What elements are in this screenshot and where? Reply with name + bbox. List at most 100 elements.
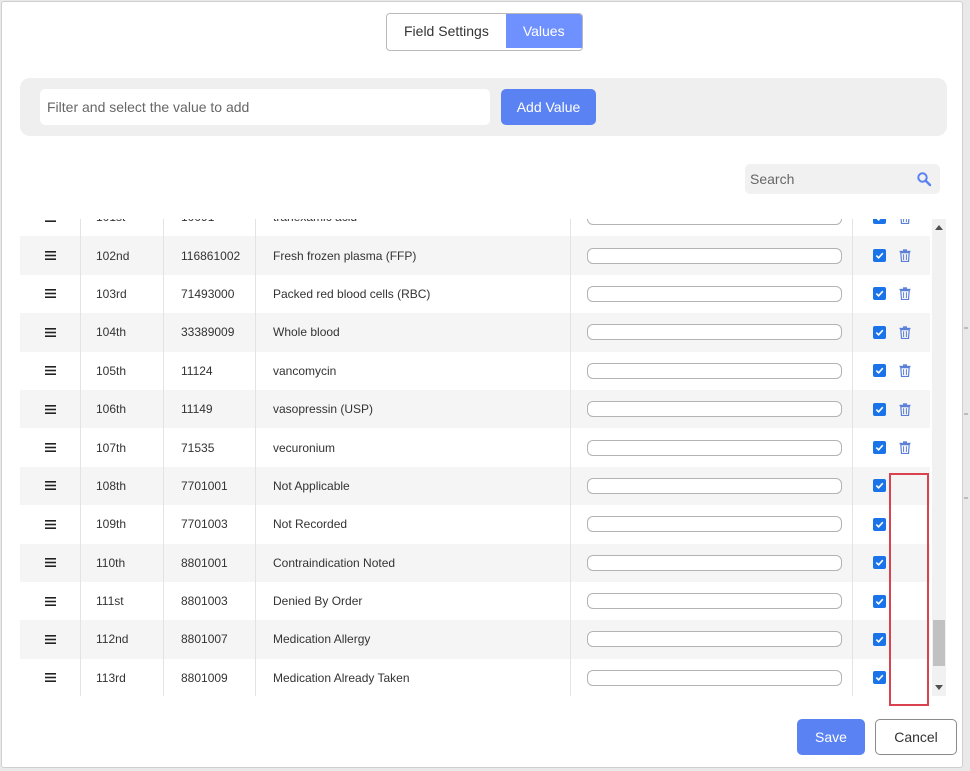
row-text-input[interactable]	[587, 247, 842, 264]
trash-icon[interactable]	[899, 364, 911, 378]
row-code: 7701003	[164, 505, 256, 544]
trash-icon[interactable]	[899, 326, 911, 339]
cancel-button[interactable]: Cancel	[875, 719, 957, 755]
drag-handle-icon[interactable]	[44, 596, 56, 606]
row-text-input[interactable]	[587, 631, 842, 648]
drag-handle[interactable]	[20, 658, 81, 696]
row-description: Medication Already Taken	[256, 658, 571, 696]
trash-icon[interactable]	[899, 441, 911, 455]
drag-handle[interactable]	[20, 351, 81, 390]
row-checkbox-cell	[853, 505, 893, 543]
table-scrollbar[interactable]	[932, 219, 946, 696]
search-icon[interactable]	[916, 171, 932, 187]
drag-handle[interactable]	[20, 389, 81, 429]
drag-handle-icon[interactable]	[44, 673, 56, 683]
row-text-input[interactable]	[587, 324, 842, 341]
checkbox-checked-icon[interactable]	[873, 441, 886, 455]
row-order: 108th	[80, 466, 164, 506]
row-text-input[interactable]	[587, 669, 842, 686]
row-input-cell	[571, 351, 853, 390]
tab-values[interactable]: Values	[505, 14, 582, 48]
background-mark	[964, 497, 968, 499]
drag-handle[interactable]	[20, 543, 81, 582]
scroll-up-arrow-icon[interactable]	[935, 225, 943, 230]
checkbox-checked-icon[interactable]	[873, 325, 886, 339]
checkbox-checked-icon[interactable]	[873, 479, 886, 493]
trash-icon[interactable]	[899, 249, 911, 263]
drag-handle[interactable]	[20, 505, 81, 544]
table-row: 102nd 116861002 Fresh frozen plasma (FFP)	[20, 236, 930, 275]
drag-handle-icon[interactable]	[44, 327, 56, 337]
trash-icon[interactable]	[899, 287, 911, 301]
drag-handle-icon[interactable]	[44, 219, 56, 222]
drag-handle[interactable]	[20, 313, 81, 352]
row-text-input[interactable]	[587, 593, 842, 610]
row-description: Not Applicable	[256, 466, 571, 506]
add-value-button[interactable]: Add Value	[501, 89, 596, 125]
row-text-input[interactable]	[587, 401, 842, 418]
row-code: 11149	[164, 389, 256, 429]
row-description: Contraindication Noted	[256, 543, 571, 582]
drag-handle-icon[interactable]	[44, 366, 56, 376]
row-delete-cell	[895, 505, 915, 543]
filter-value-input[interactable]	[40, 89, 490, 125]
search-input[interactable]	[745, 164, 910, 194]
checkbox-checked-icon[interactable]	[873, 632, 886, 646]
row-checkbox-cell	[853, 352, 893, 390]
checkbox-checked-icon[interactable]	[873, 517, 886, 531]
row-text-input[interactable]	[587, 362, 842, 379]
drag-handle-icon[interactable]	[44, 251, 56, 261]
row-order: 101st	[80, 219, 164, 237]
row-text-input[interactable]	[587, 516, 842, 533]
drag-handle[interactable]	[20, 236, 81, 275]
save-button[interactable]: Save	[797, 719, 865, 755]
tab-field-settings[interactable]: Field Settings	[387, 14, 506, 48]
scroll-down-arrow-icon[interactable]	[935, 685, 943, 690]
drag-handle-icon[interactable]	[44, 519, 56, 529]
row-text-input[interactable]	[587, 285, 842, 302]
drag-handle-icon[interactable]	[44, 404, 56, 414]
row-description: Packed red blood cells (RBC)	[256, 274, 571, 314]
table-row: 110th 8801001 Contraindication Noted	[20, 543, 930, 582]
row-text-input[interactable]	[587, 219, 842, 226]
row-order: 102nd	[80, 236, 164, 275]
drag-handle[interactable]	[20, 466, 81, 506]
drag-handle-icon[interactable]	[44, 443, 56, 453]
row-description: vasopressin (USP)	[256, 389, 571, 429]
row-code: 8801001	[164, 543, 256, 582]
checkbox-checked-icon[interactable]	[873, 402, 886, 416]
checkbox-checked-icon[interactable]	[873, 219, 886, 224]
checkbox-checked-icon[interactable]	[873, 249, 886, 263]
checkbox-checked-icon[interactable]	[873, 287, 886, 301]
checkbox-checked-icon[interactable]	[873, 594, 886, 608]
row-checkbox-cell	[853, 620, 893, 658]
row-input-cell	[571, 428, 853, 467]
drag-handle[interactable]	[20, 581, 81, 621]
scrollbar-thumb[interactable]	[933, 620, 945, 666]
drag-handle[interactable]	[20, 428, 81, 467]
row-order: 103rd	[80, 274, 164, 314]
row-delete-cell	[895, 390, 915, 428]
row-text-input[interactable]	[587, 439, 842, 456]
checkbox-checked-icon[interactable]	[873, 364, 886, 378]
drag-handle-icon[interactable]	[44, 481, 56, 491]
trash-icon[interactable]	[899, 402, 911, 416]
drag-handle-icon[interactable]	[44, 558, 56, 568]
row-checkbox-cell	[853, 219, 893, 236]
row-description: Not Recorded	[256, 505, 571, 544]
background-mark	[964, 413, 968, 415]
drag-handle-icon[interactable]	[44, 289, 56, 299]
drag-handle[interactable]	[20, 620, 81, 659]
checkbox-checked-icon[interactable]	[873, 671, 886, 685]
row-delete-cell	[895, 219, 915, 236]
row-text-input[interactable]	[587, 477, 842, 494]
row-checkbox-cell	[853, 467, 893, 505]
drag-handle-icon[interactable]	[44, 634, 56, 644]
drag-handle[interactable]	[20, 219, 81, 237]
trash-icon[interactable]	[899, 219, 911, 224]
checkbox-checked-icon[interactable]	[873, 556, 886, 570]
table-row: 108th 7701001 Not Applicable	[20, 466, 930, 506]
row-delete-cell	[895, 659, 915, 696]
row-text-input[interactable]	[587, 554, 842, 571]
drag-handle[interactable]	[20, 274, 81, 314]
